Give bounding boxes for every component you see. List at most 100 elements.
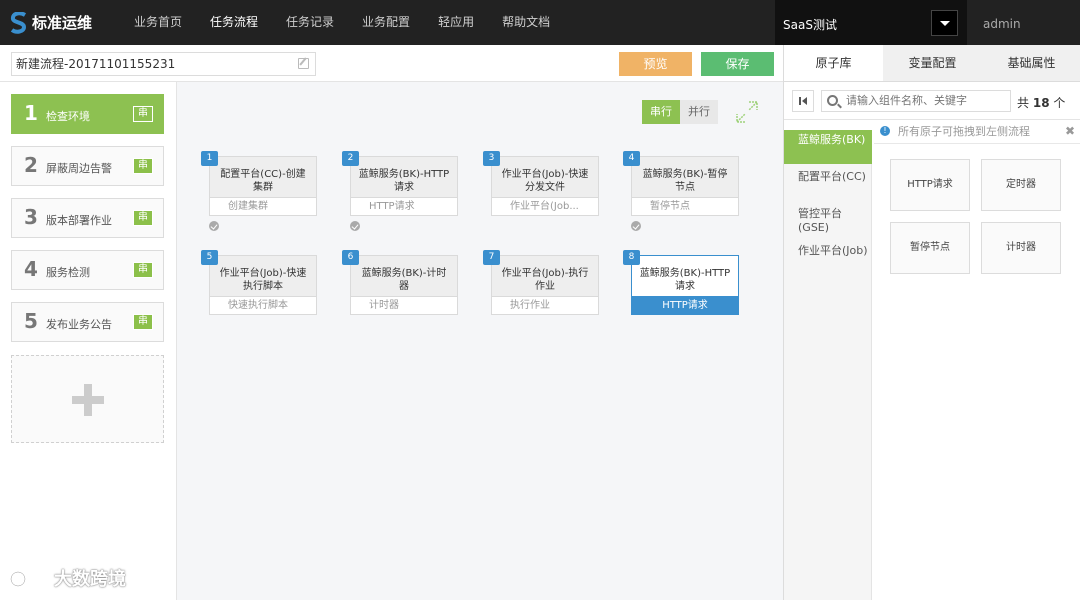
flow-name-text: 新建流程-20171101155231 xyxy=(16,57,176,71)
app-logo[interactable]: 标准运维 xyxy=(10,0,92,45)
node-subtitle: 暂停节点 xyxy=(631,198,739,216)
category-gse[interactable]: 管控平台(GSE) xyxy=(784,204,872,238)
node-subtitle: 创建集群 xyxy=(209,198,317,216)
main-nav: 业务首页 任务流程 任务记录 业务配置 轻应用 帮助文档 xyxy=(120,0,564,45)
serial-tag[interactable]: 串 xyxy=(133,106,153,122)
node-title: 蓝鲸服务(BK)-暂停节点 xyxy=(631,156,739,198)
flow-node[interactable]: 蓝鲸服务(BK)-HTTP请求 HTTP请求 2 xyxy=(342,151,458,231)
node-index: 7 xyxy=(483,250,500,265)
parallel-mode-button[interactable]: 并行 xyxy=(680,100,718,124)
atom-categories: 蓝鲸服务(BK) 配置平台(CC) 管控平台(GSE) 作业平台(Job) xyxy=(784,130,872,600)
flow-toolbar: 新建流程-20171101155231 预览 保存 xyxy=(0,45,783,82)
count-suffix: 个 xyxy=(1053,96,1066,110)
add-stage-button[interactable] xyxy=(11,355,164,443)
node-subtitle: 作业平台(Job... xyxy=(491,198,599,216)
stage-number: 1 xyxy=(24,101,38,125)
flow-node[interactable]: 蓝鲸服务(BK)-计时器 计时器 6 xyxy=(342,250,458,317)
check-icon xyxy=(631,221,641,231)
user-name[interactable]: admin xyxy=(983,17,1021,31)
info-icon: ! xyxy=(880,126,890,136)
category-cc[interactable]: 配置平台(CC) xyxy=(784,167,872,201)
atom-pause-node[interactable]: 暂停节点 xyxy=(890,222,970,274)
stage-list: 1 检查环境 串 2 屏蔽周边告警 串 3 版本部署作业 串 4 服务检测 串 … xyxy=(0,82,177,600)
business-selected: SaaS测试 xyxy=(783,18,837,32)
fullscreen-icon[interactable] xyxy=(735,100,759,124)
tab-atom-library[interactable]: 原子库 xyxy=(784,45,883,81)
stage-number: 5 xyxy=(24,309,38,333)
atom-http-request[interactable]: HTTP请求 xyxy=(890,159,970,211)
nav-business-config[interactable]: 业务配置 xyxy=(348,0,424,45)
check-icon xyxy=(350,221,360,231)
node-title: 蓝鲸服务(BK)-HTTP请求 xyxy=(350,156,458,198)
tab-basic-properties[interactable]: 基础属性 xyxy=(982,45,1080,81)
stage-name: 屏蔽周边告警 xyxy=(46,162,112,175)
node-index: 8 xyxy=(623,250,640,265)
flow-canvas[interactable]: 串行 并行 配置平台(CC)-创建集群 创建集群 1 蓝鲸服务(BK)-HTTP… xyxy=(177,82,783,600)
node-subtitle: 执行作业 xyxy=(491,297,599,315)
serial-tag[interactable]: 串 xyxy=(133,210,153,226)
watermark: 大数跨境 xyxy=(8,565,126,591)
node-index: 3 xyxy=(483,151,500,166)
node-title: 作业平台(Job)-快速分发文件 xyxy=(491,156,599,198)
drag-hint-text: 所有原子可拖拽到左侧流程 xyxy=(898,125,1030,138)
serial-mode-button[interactable]: 串行 xyxy=(642,100,680,124)
top-navbar: 标准运维 业务首页 任务流程 任务记录 业务配置 轻应用 帮助文档 SaaS测试… xyxy=(0,0,1080,45)
flow-node-selected[interactable]: 蓝鲸服务(BK)-HTTP请求 HTTP请求 8 xyxy=(623,250,739,317)
logo-s-icon xyxy=(10,11,27,34)
nav-home[interactable]: 业务首页 xyxy=(120,0,196,45)
nav-task-record[interactable]: 任务记录 xyxy=(272,0,348,45)
count-prefix: 共 xyxy=(1017,96,1030,110)
save-button[interactable]: 保存 xyxy=(701,52,774,76)
plus-icon-stem xyxy=(84,384,92,416)
stage-name: 版本部署作业 xyxy=(46,214,112,227)
nav-light-app[interactable]: 轻应用 xyxy=(424,0,488,45)
tab-variable-config[interactable]: 变量配置 xyxy=(883,45,982,81)
serial-tag[interactable]: 串 xyxy=(133,314,153,330)
flow-node[interactable]: 作业平台(Job)-执行作业 执行作业 7 xyxy=(483,250,599,317)
watermark-logo-icon xyxy=(9,569,46,588)
stage-item[interactable]: 4 服务检测 串 xyxy=(11,250,164,290)
execution-mode-toggle: 串行 并行 xyxy=(642,100,718,124)
node-index: 1 xyxy=(201,151,218,166)
node-index: 5 xyxy=(201,250,218,265)
check-icon xyxy=(209,221,219,231)
flow-name-input[interactable]: 新建流程-20171101155231 xyxy=(11,52,316,76)
category-bk[interactable]: 蓝鲸服务(BK) xyxy=(784,130,872,164)
preview-button[interactable]: 预览 xyxy=(619,52,692,76)
flow-node[interactable]: 作业平台(Job)-快速执行脚本 快速执行脚本 5 xyxy=(201,250,317,317)
panel-tabs: 原子库 变量配置 基础属性 xyxy=(784,45,1080,82)
stage-item[interactable]: 2 屏蔽周边告警 串 xyxy=(11,146,164,186)
node-index: 2 xyxy=(342,151,359,166)
collapse-panel-icon[interactable] xyxy=(792,90,814,112)
chevron-down-icon[interactable] xyxy=(931,10,958,36)
nav-help-docs[interactable]: 帮助文档 xyxy=(488,0,564,45)
category-job[interactable]: 作业平台(Job) xyxy=(784,241,872,275)
close-icon[interactable]: ✖ xyxy=(1065,120,1075,143)
serial-tag[interactable]: 串 xyxy=(133,262,153,278)
atom-search-input[interactable] xyxy=(821,90,1011,112)
count-value: 18 xyxy=(1032,96,1050,110)
node-index: 4 xyxy=(623,151,640,166)
node-subtitle: HTTP请求 xyxy=(350,198,458,216)
stage-item[interactable]: 5 发布业务公告 串 xyxy=(11,302,164,342)
node-index: 6 xyxy=(342,250,359,265)
watermark-text: 大数跨境 xyxy=(54,569,126,590)
nav-task-flow[interactable]: 任务流程 xyxy=(196,0,272,45)
business-selector[interactable]: SaaS测试 xyxy=(775,0,967,45)
atom-scheduler[interactable]: 定时器 xyxy=(981,159,1061,211)
atom-count: 共 18 个 xyxy=(1017,94,1065,111)
flow-node[interactable]: 蓝鲸服务(BK)-暂停节点 暂停节点 4 xyxy=(623,151,739,231)
node-title: 配置平台(CC)-创建集群 xyxy=(209,156,317,198)
stage-name: 发布业务公告 xyxy=(46,318,112,331)
flow-node[interactable]: 配置平台(CC)-创建集群 创建集群 1 xyxy=(201,151,317,231)
atom-panel: 原子库 变量配置 基础属性 共 18 个 蓝鲸服务(BK) 配置平台(CC) 管… xyxy=(783,45,1080,600)
stage-name: 服务检测 xyxy=(46,266,90,279)
drag-hint: ! 所有原子可拖拽到左侧流程 ✖ xyxy=(874,120,1080,144)
node-title: 蓝鲸服务(BK)-计时器 xyxy=(350,255,458,297)
stage-item[interactable]: 1 检查环境 串 xyxy=(11,94,164,134)
serial-tag[interactable]: 串 xyxy=(133,158,153,174)
flow-node[interactable]: 作业平台(Job)-快速分发文件 作业平台(Job... 3 xyxy=(483,151,599,218)
atom-timer[interactable]: 计时器 xyxy=(981,222,1061,274)
edit-icon[interactable] xyxy=(298,58,309,69)
stage-item[interactable]: 3 版本部署作业 串 xyxy=(11,198,164,238)
